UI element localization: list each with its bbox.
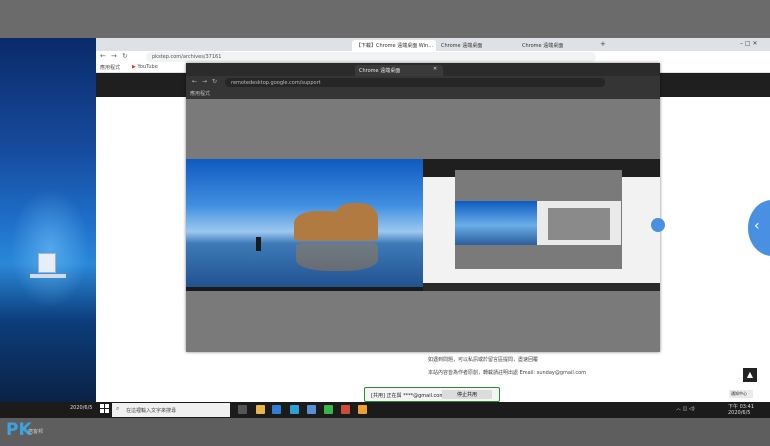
pk-watermark-sub: 痞客邦 xyxy=(28,429,44,435)
cast-reload-icon[interactable]: ↻ xyxy=(212,78,217,85)
wallpaper-light xyxy=(10,188,90,308)
forward-icon[interactable]: → xyxy=(111,52,117,60)
start-button[interactable] xyxy=(100,404,110,414)
side-mini-button[interactable] xyxy=(651,218,665,232)
mail-icon[interactable] xyxy=(307,405,316,414)
chevron-up-icon: ▲ xyxy=(746,370,754,379)
scroll-to-top-button[interactable]: ▲ xyxy=(743,368,757,382)
cast-tab[interactable]: Chrome 遠端桌面 xyxy=(355,65,443,76)
cast-bookmark-apps[interactable]: 應用程式 xyxy=(190,90,210,97)
windows-logo-icon xyxy=(100,404,104,408)
page-text-line-2-body: 本站內容皆為作者原創，轉載請註明出處 Email: sunday@gmail.c… xyxy=(428,370,587,376)
outer-tab-2-label: Chrome 遠端桌面 xyxy=(441,43,483,49)
minimize-icon[interactable]: – xyxy=(740,40,743,47)
app-icon[interactable] xyxy=(358,405,367,414)
close-icon[interactable]: ✕ xyxy=(753,40,758,47)
taskbar-date: 2020/6/5 xyxy=(728,410,751,416)
chevron-left-icon: ‹ xyxy=(754,218,760,234)
cast-back-icon[interactable]: ← xyxy=(192,78,197,85)
stop-sharing-button[interactable]: 停止共用 xyxy=(442,390,492,399)
windows-logo-sq3 xyxy=(100,409,104,413)
nested-inner-window xyxy=(548,208,610,240)
cast-tab-close-icon[interactable]: ✕ xyxy=(433,66,437,72)
reload-icon[interactable]: ↻ xyxy=(122,52,128,60)
windows-logo-sq4 xyxy=(105,409,109,413)
screen-top-band xyxy=(0,0,770,38)
nested-wallpaper xyxy=(455,201,537,245)
shared-screen-preview xyxy=(186,159,424,291)
bookmark-youtube-label: YouTube xyxy=(137,64,158,70)
outer-tab-2[interactable]: Chrome 遠端桌面 xyxy=(437,40,517,51)
file-explorer-icon[interactable] xyxy=(256,405,265,414)
outer-tab-3-label: Chrome 遠端桌面 xyxy=(522,43,564,49)
cast-forward-icon[interactable]: → xyxy=(202,78,207,85)
taskbar-time: 下午 03:41 xyxy=(728,404,754,410)
desktop-wallpaper xyxy=(0,38,96,402)
outer-tab-3[interactable]: Chrome 遠端桌面 xyxy=(518,40,598,51)
outer-url-text: pkstep.com/archives/37161 xyxy=(152,54,222,60)
nested-taskbar xyxy=(423,283,660,291)
bookmark-apps-label: 應用程式 xyxy=(100,65,121,71)
chrome-icon[interactable] xyxy=(341,405,350,414)
back-icon[interactable]: ← xyxy=(100,52,106,60)
windows-logo-sq2 xyxy=(105,404,109,408)
new-tab-button[interactable]: + xyxy=(600,40,606,48)
window-controls[interactable]: – □ ✕ xyxy=(740,40,758,47)
screen-bottom-band xyxy=(0,418,770,446)
bookmark-apps[interactable]: 應用程式 xyxy=(100,64,120,71)
notification-toast[interactable]: 通知中心 xyxy=(729,390,753,398)
rock-formation-2 xyxy=(334,203,378,241)
store-icon[interactable] xyxy=(290,405,299,414)
runner-figure xyxy=(256,237,261,251)
taskbar-search-placeholder: 在這裡輸入文字來搜尋 xyxy=(126,408,177,414)
outer-url-field[interactable]: pkstep.com/archives/37161 xyxy=(146,52,596,62)
taskbar-search-box[interactable]: 在這裡輸入文字來搜尋 xyxy=(112,403,230,417)
rock-reflection xyxy=(296,243,378,271)
cast-bookmark-apps-label: 應用程式 xyxy=(190,91,211,97)
page-text-line-2: 本站內容皆為作者原創，轉載請註明出處 Email: sunday@gmail.c… xyxy=(428,369,586,376)
bookmark-youtube[interactable]: ▶ YouTube xyxy=(132,64,158,70)
task-view-icon[interactable] xyxy=(238,405,247,414)
stop-sharing-label: 停止共用 xyxy=(456,392,477,398)
outer-tab-1-label: 【下載】Chrome 遠端桌面 Win… xyxy=(356,43,434,49)
youtube-icon: ▶ xyxy=(132,64,136,70)
cast-url-text: remotedesktop.google.com/support xyxy=(231,80,321,86)
plus-icon: + xyxy=(600,40,606,48)
search-icon: ⌕ xyxy=(116,405,120,412)
desktop-file-icon[interactable] xyxy=(38,253,56,273)
cast-bookmarks-bar xyxy=(186,89,660,99)
notification-label: 通知中心 xyxy=(731,391,747,396)
shared-mini-taskbar xyxy=(186,287,424,291)
outer-tab-1[interactable]: 【下載】Chrome 遠端桌面 Win… xyxy=(352,40,436,51)
edge-icon[interactable] xyxy=(272,405,281,414)
left-clock: 2020/6/5 xyxy=(70,405,93,411)
cast-url-field[interactable]: remotedesktop.google.com/support xyxy=(225,78,605,87)
system-tray-icons[interactable]: ︿ ◫ ◁) xyxy=(676,405,695,412)
maximize-icon[interactable]: □ xyxy=(745,40,751,47)
line-icon[interactable] xyxy=(324,405,333,414)
page-text-line-1: 如遇到問題，可以私訊或於留言區提問，盡速回覆 xyxy=(428,357,539,363)
cast-tab-label: Chrome 遠端桌面 xyxy=(359,68,401,74)
desktop-file-label xyxy=(30,274,66,278)
